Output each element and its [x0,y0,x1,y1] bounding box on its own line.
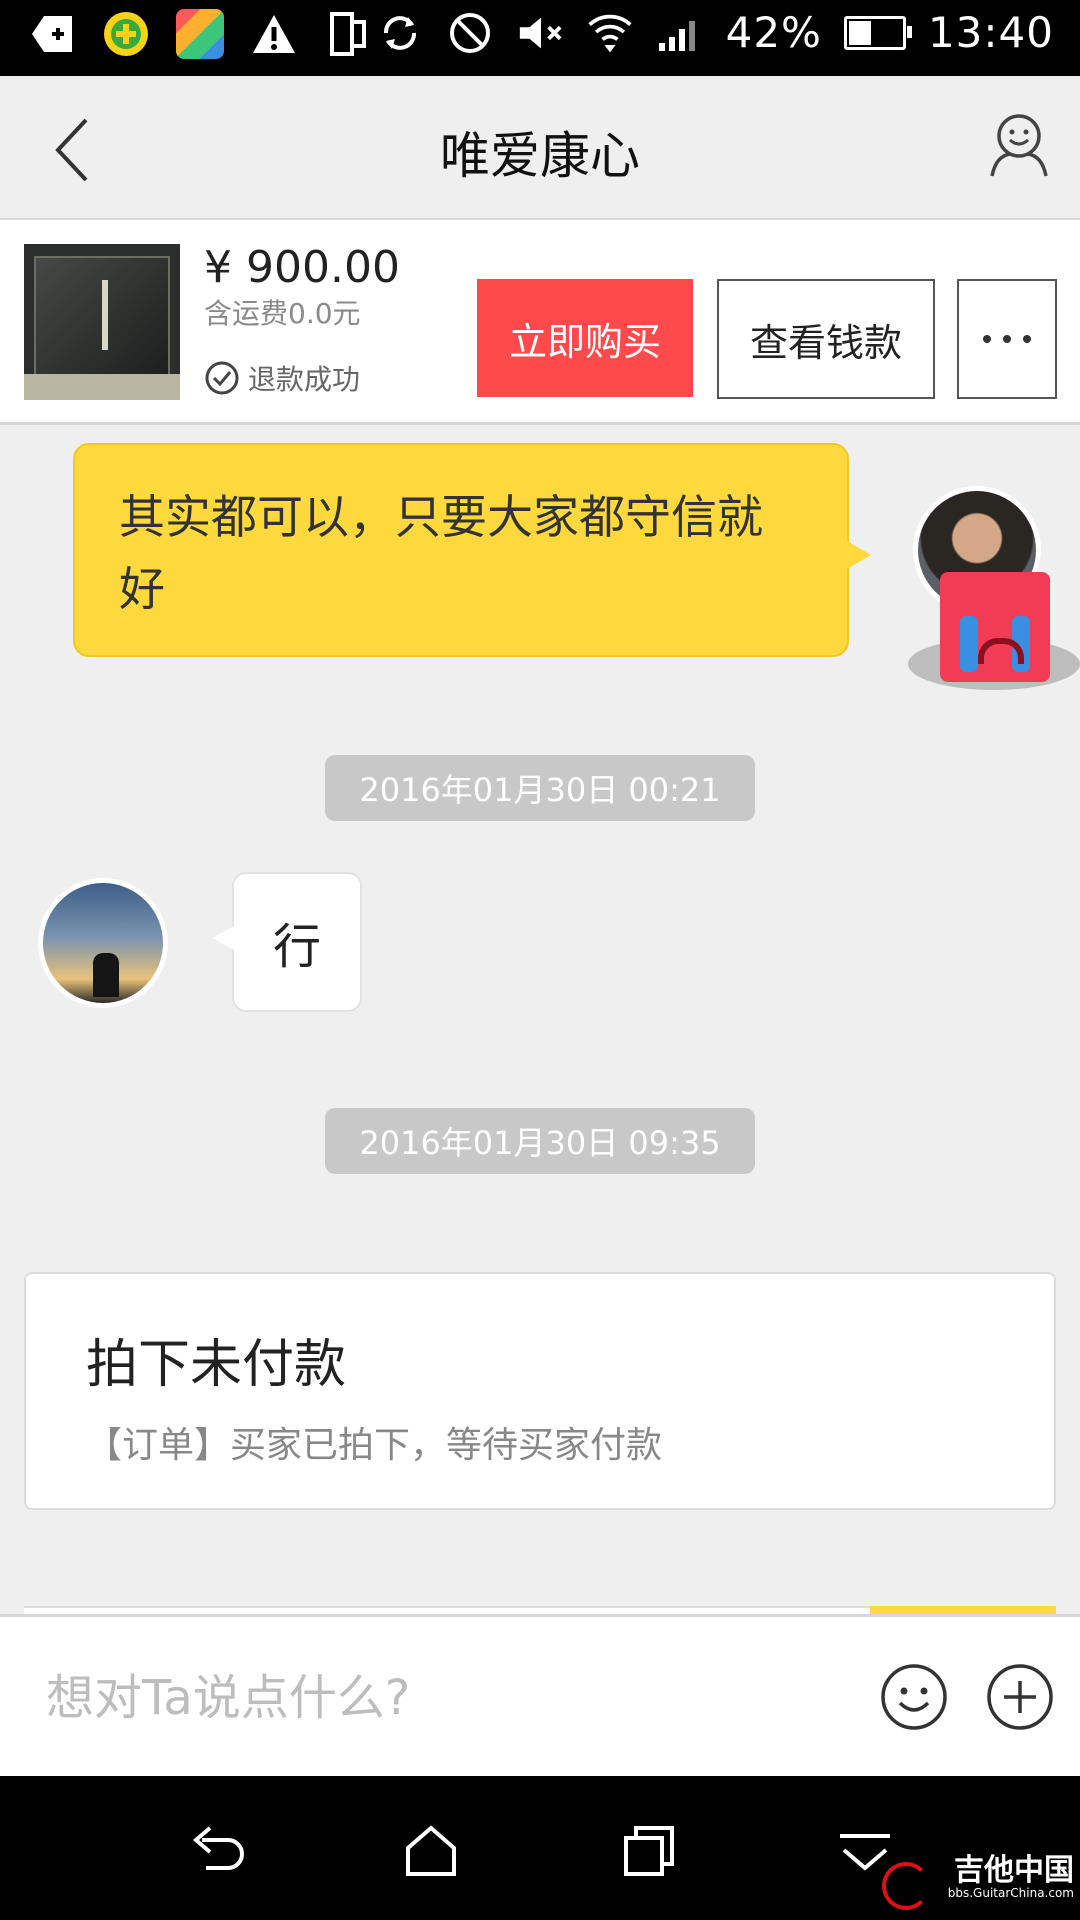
avatar-self[interactable] [38,878,168,1008]
warning-icon [250,10,298,58]
person-icon[interactable] [988,112,1050,178]
clock: 13:40 [927,8,1054,57]
product-thumbnail[interactable] [24,244,180,400]
timestamp: 2016年01月30日 00:21 [325,755,755,821]
refund-status-label: 退款成功 [248,363,361,396]
more-dots-icon[interactable] [957,279,1057,399]
dual-screen-icon [324,10,372,58]
watermark-logo-icon [882,1862,930,1910]
message-bubble-self[interactable]: 行 [212,872,362,1012]
home-icon[interactable] [396,1816,466,1886]
wifi-icon [586,9,634,57]
sync-icon [376,9,424,57]
order-status-description: 【订单】买家已拍下，等待买家付款 [86,1425,663,1466]
blocked-icon [446,9,494,57]
watermark: 吉他中国 bbs.GuitarChina.com [947,1853,1074,1901]
watermark-name: 吉他中国 [954,1853,1074,1888]
back-arrow-icon[interactable] [182,1816,252,1886]
colorful-app-icon [176,9,224,59]
check-circle-icon [205,361,239,395]
crying-sticker-icon [940,572,1050,682]
message-input[interactable] [44,1657,828,1739]
refund-status: 退款成功 [204,358,360,398]
back-cross-icon [28,10,76,58]
order-status-title: 拍下未付款 [86,1335,347,1395]
buy-now-button[interactable]: 立即购买 [477,279,693,397]
recents-icon[interactable] [614,1816,684,1886]
top-navbar: 唯爱康心 [0,76,1080,220]
view-payment-button[interactable]: 查看钱款 [717,279,935,399]
product-summary: ¥ 900.00 含运费0.0元 退款成功 立即购买 查看钱款 [0,220,1080,425]
battery-icon [843,15,912,50]
signal-icon [656,9,704,57]
message-input-bar [0,1614,1080,1777]
page-title: 唯爱康心 [440,127,640,185]
battery-percent: 42% [725,8,822,57]
360-security-app-icon [102,10,150,58]
watermark-url: bbs.GuitarChina.com [947,1886,1074,1900]
shipping-info: 含运费0.0元 [204,297,361,330]
order-status-card[interactable]: 拍下未付款 【订单】买家已拍下，等待买家付款 [24,1272,1056,1510]
emoji-icon[interactable] [880,1663,948,1731]
message-bubble-peer[interactable]: 其实都可以，只要大家都守信就好 [73,443,871,657]
status-bar: 42% 13:40 [0,0,1080,76]
system-navigation-bar: 吉他中国 bbs.GuitarChina.com [0,1776,1080,1920]
plus-icon[interactable] [986,1663,1054,1731]
timestamp: 2016年01月30日 09:35 [325,1108,755,1174]
product-price: ¥ 900.00 [204,242,400,293]
mute-icon [516,9,564,57]
